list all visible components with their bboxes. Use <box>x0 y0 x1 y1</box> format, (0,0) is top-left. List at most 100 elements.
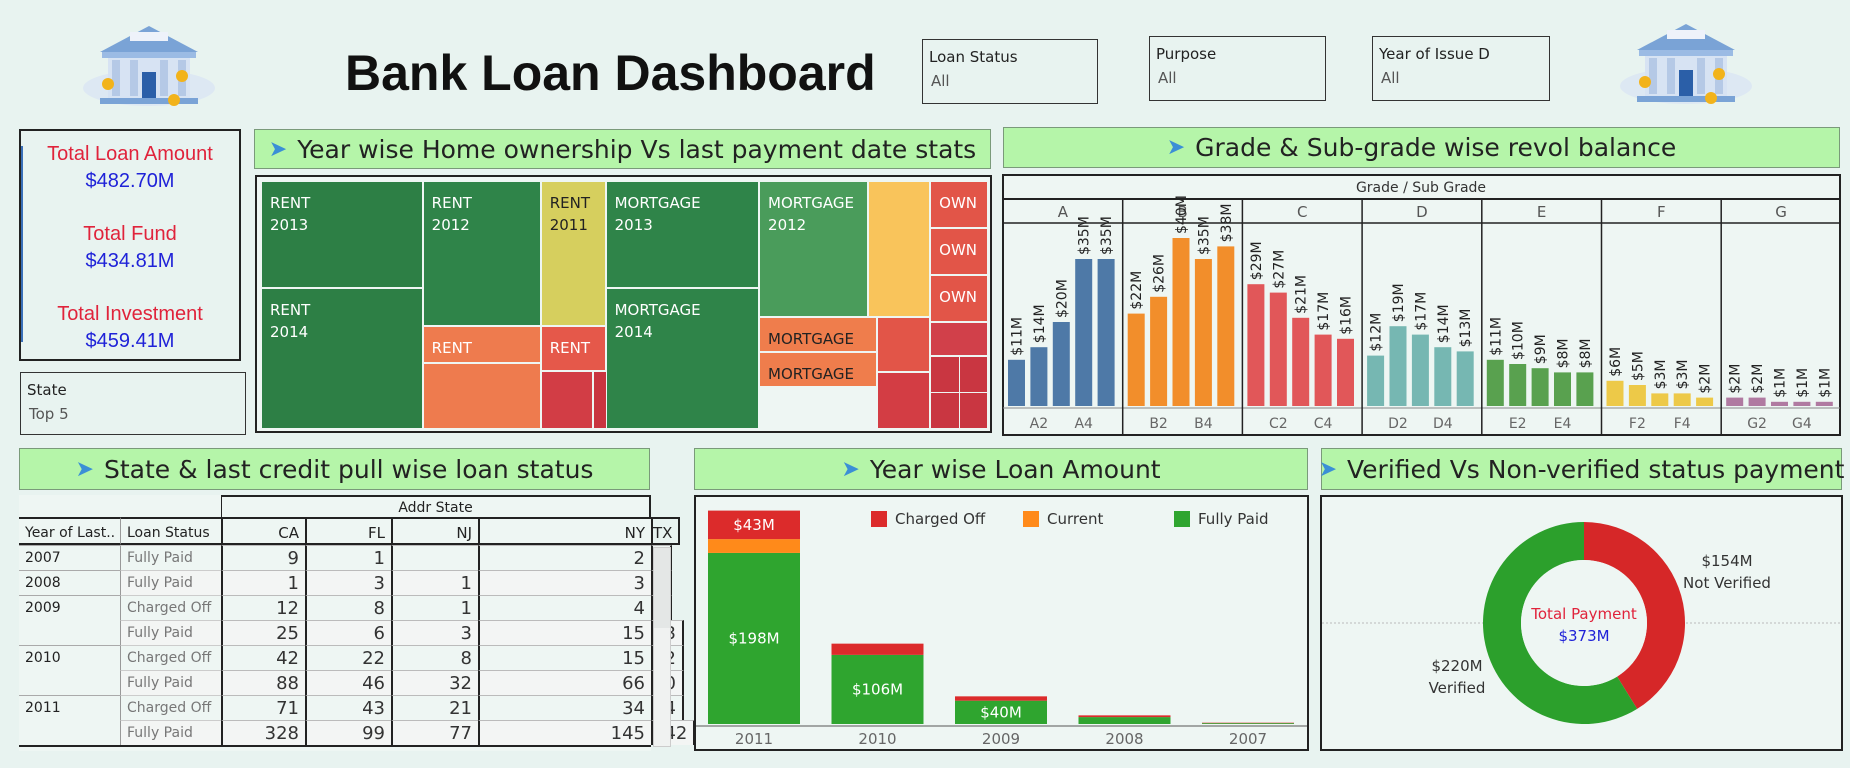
table-value-cell[interactable]: 22 <box>305 645 391 670</box>
treemap-cell[interactable] <box>422 363 541 429</box>
grade-bar[interactable] <box>1554 372 1571 406</box>
filter-loan-status[interactable]: Loan Status All <box>922 39 1098 104</box>
grade-bar[interactable] <box>1150 296 1168 406</box>
table-value-cell[interactable]: 8 <box>305 595 391 620</box>
grade-bar[interactable] <box>1434 347 1452 406</box>
treemap-cell[interactable]: OWN <box>930 275 988 322</box>
table-scrollbar-thumb[interactable] <box>654 548 670 628</box>
grade-bar[interactable] <box>1194 259 1212 406</box>
treemap-cell[interactable]: OWN <box>930 181 988 228</box>
table-value-cell[interactable]: 77 <box>391 720 478 745</box>
grade-bar[interactable] <box>1628 385 1646 406</box>
year-bar-segment[interactable] <box>708 539 800 553</box>
table-value-cell[interactable]: 145 <box>478 720 651 745</box>
grade-bar[interactable] <box>1247 284 1265 406</box>
table-value-cell[interactable]: 1 <box>305 545 391 570</box>
grade-bar[interactable] <box>1509 364 1527 406</box>
filter-value[interactable]: All <box>1379 69 1543 87</box>
grade-bar[interactable] <box>1052 322 1070 406</box>
year-bar-segment[interactable] <box>1202 723 1294 724</box>
filter-value[interactable]: Top 5 <box>27 405 239 423</box>
table-value-cell[interactable]: 42 <box>221 645 305 670</box>
grade-bar[interactable] <box>1673 393 1691 406</box>
grade-bar[interactable] <box>1097 259 1115 406</box>
table-value-cell[interactable]: 34 <box>478 695 651 720</box>
table-value-cell[interactable]: 15 <box>478 645 651 670</box>
table-value-cell[interactable]: 43 <box>305 695 391 720</box>
treemap-cell[interactable] <box>930 356 988 429</box>
grade-bar[interactable] <box>1815 401 1833 406</box>
grade-bar[interactable] <box>1606 380 1624 406</box>
grade-bar[interactable] <box>1217 246 1235 406</box>
table-value-cell[interactable]: 6 <box>305 620 391 645</box>
table-value-cell[interactable]: 99 <box>305 720 391 745</box>
year-bar-segment[interactable] <box>1078 715 1171 718</box>
treemap-cell[interactable]: MORTGAGE 2013 <box>605 181 760 288</box>
treemap-cell[interactable]: MORTGAGE <box>759 352 878 387</box>
table-value-cell[interactable]: 66 <box>478 670 651 695</box>
grade-bar[interactable] <box>1269 292 1287 406</box>
grade-bar[interactable] <box>1008 359 1025 406</box>
table-value-cell[interactable]: 8 <box>391 645 478 670</box>
table-value-cell[interactable]: 12 <box>221 595 305 620</box>
treemap-cell[interactable] <box>540 371 593 429</box>
filter-purpose[interactable]: Purpose All <box>1149 36 1326 101</box>
grade-bar[interactable] <box>1696 397 1714 406</box>
year-bar-segment[interactable] <box>831 643 924 655</box>
treemap-cell[interactable]: RENT 2011 <box>540 181 606 326</box>
grade-bar[interactable] <box>1337 338 1354 406</box>
grade-bar[interactable] <box>1411 334 1429 406</box>
table-value-cell[interactable] <box>391 545 478 570</box>
table-value-cell[interactable]: 1 <box>391 570 478 595</box>
grade-bar[interactable] <box>1367 355 1385 406</box>
treemap-cell[interactable]: RENT 2013 <box>261 181 423 288</box>
grade-bar[interactable] <box>1292 317 1310 406</box>
grade-bar[interactable] <box>1651 393 1669 406</box>
table-value-cell[interactable]: 46 <box>305 670 391 695</box>
grade-bar[interactable] <box>1172 238 1190 406</box>
table-value-cell[interactable]: 3 <box>305 570 391 595</box>
table-value-cell[interactable]: 88 <box>221 670 305 695</box>
filter-value[interactable]: All <box>929 72 1091 90</box>
table-value-cell[interactable]: 1 <box>221 570 305 595</box>
table-value-cell[interactable]: 2 <box>478 545 651 570</box>
table-value-cell[interactable]: 32 <box>391 670 478 695</box>
year-bar-segment[interactable] <box>1078 717 1171 724</box>
filter-value[interactable]: All <box>1156 69 1319 87</box>
grade-bar[interactable] <box>1576 372 1594 406</box>
filter-year-of-issue[interactable]: Year of Issue D All <box>1372 36 1550 101</box>
table-value-cell[interactable]: 3 <box>391 620 478 645</box>
grade-bar[interactable] <box>1389 326 1407 406</box>
treemap-cell[interactable]: OWN <box>930 228 988 275</box>
treemap-cell[interactable] <box>867 181 931 317</box>
table-value-cell[interactable]: 15 <box>478 620 651 645</box>
treemap-cell[interactable]: RENT <box>422 326 541 363</box>
grade-bar[interactable] <box>1075 259 1093 406</box>
grade-bar[interactable] <box>1486 359 1504 406</box>
table-value-cell[interactable]: 25 <box>221 620 305 645</box>
grade-bar[interactable] <box>1748 397 1766 406</box>
treemap-cell[interactable]: RENT 2014 <box>261 288 423 429</box>
grade-bar[interactable] <box>1726 397 1744 406</box>
filter-state[interactable]: State Top 5 <box>20 372 246 435</box>
treemap-cell[interactable] <box>877 317 931 372</box>
grade-bar[interactable] <box>1030 347 1048 406</box>
treemap-cell[interactable]: MORTGAGE 2014 <box>605 288 760 429</box>
grade-bar[interactable] <box>1531 368 1549 406</box>
table-value-cell[interactable]: 4 <box>478 595 651 620</box>
grade-bar[interactable] <box>1793 401 1811 406</box>
treemap-cell[interactable]: RENT 2012 <box>422 181 541 326</box>
table-value-cell[interactable]: 21 <box>391 695 478 720</box>
table-value-cell[interactable]: 3 <box>478 570 651 595</box>
treemap-cell[interactable]: MORTGAGE <box>759 317 878 352</box>
grade-bar[interactable] <box>1456 351 1474 406</box>
year-bar-segment[interactable] <box>955 696 1047 701</box>
grade-bar[interactable] <box>1127 313 1145 406</box>
table-value-cell[interactable]: 1 <box>391 595 478 620</box>
table-value-cell[interactable]: 328 <box>221 720 305 745</box>
treemap-cell[interactable]: MORTGAGE 2012 <box>759 181 868 317</box>
table-value-cell[interactable]: 71 <box>221 695 305 720</box>
treemap-cell[interactable] <box>877 372 931 429</box>
treemap-cell[interactable]: RENT <box>540 326 606 371</box>
grade-bar[interactable] <box>1771 401 1788 406</box>
